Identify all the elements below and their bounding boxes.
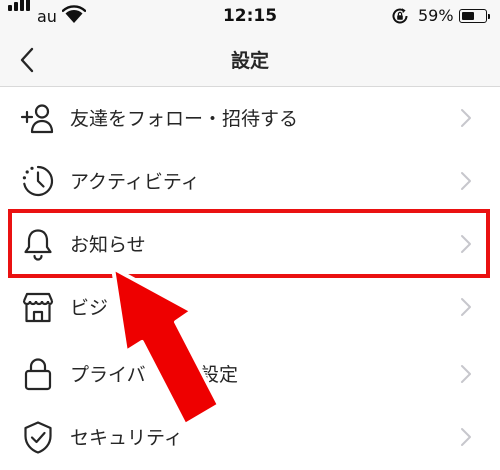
chevron-right-icon (461, 235, 471, 253)
settings-item-follow-invite[interactable]: 友達をフォロー・招待する (0, 87, 500, 149)
chevron-right-icon (461, 109, 471, 127)
battery-icon (459, 9, 490, 23)
settings-item-notifications[interactable]: お知らせ (0, 213, 500, 275)
activity-clock-icon (22, 165, 54, 197)
settings-item-business[interactable]: ビジ (0, 276, 500, 338)
lock-icon (24, 358, 52, 391)
settings-item-label: お知らせ (70, 234, 146, 256)
storefront-icon (22, 292, 54, 323)
add-person-icon (20, 104, 54, 134)
settings-item-label: プライバ (70, 364, 146, 386)
shield-check-icon (24, 421, 52, 454)
status-bar: au 12:15 59% (0, 0, 500, 34)
chevron-right-icon (461, 298, 471, 316)
chevron-right-icon (461, 428, 471, 446)
battery-percent: 59% (418, 6, 454, 25)
chevron-right-icon (461, 365, 471, 383)
settings-item-label: セキュリティ (70, 427, 183, 449)
settings-item-privacy[interactable]: プライバ 設定 (0, 343, 500, 405)
page-title: 設定 (230, 50, 269, 72)
settings-item-security[interactable]: セキュリティ (0, 406, 500, 468)
settings-item-label: ビジ (70, 297, 109, 319)
settings-item-label: 友達をフォロー・招待する (70, 108, 299, 130)
settings-item-label: アクティビティ (70, 171, 200, 193)
settings-item-activity[interactable]: アクティビティ (0, 150, 500, 212)
settings-item-label-tail: 設定 (200, 364, 239, 386)
chevron-right-icon (461, 172, 471, 190)
rotation-lock-icon (392, 8, 408, 24)
bell-icon (24, 229, 52, 261)
navigation-bar: 設定 (0, 34, 500, 87)
